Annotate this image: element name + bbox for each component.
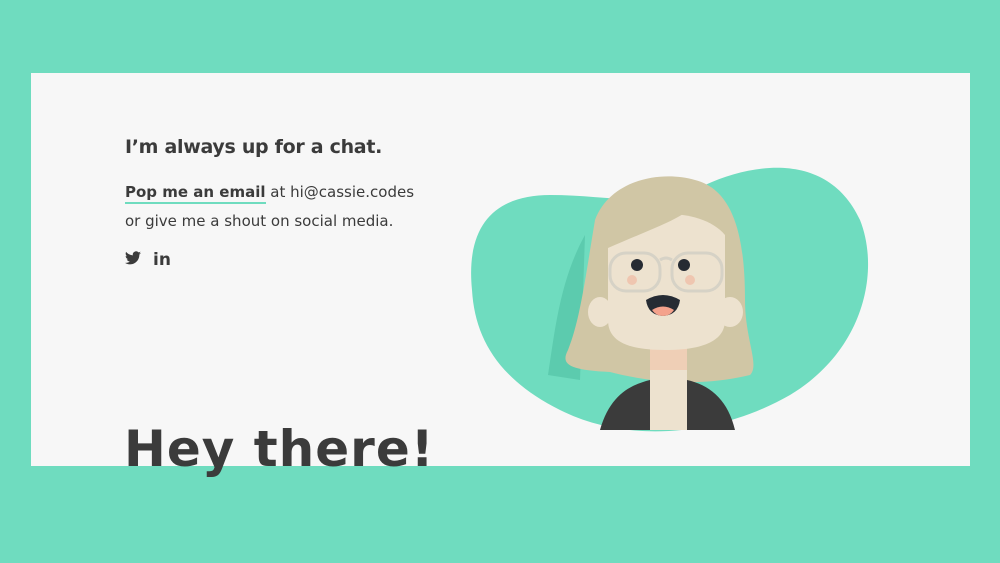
eye-left — [631, 259, 643, 271]
cheek-left — [627, 275, 637, 285]
twitter-icon[interactable] — [125, 250, 141, 270]
email-link[interactable]: Pop me an email — [125, 183, 266, 204]
eye-right — [678, 259, 690, 271]
social-links: in — [125, 250, 171, 270]
hero-title: Hey there! — [124, 420, 435, 478]
email-line: Pop me an email at hi@cassie.codes — [125, 183, 415, 204]
cheek-right — [685, 275, 695, 285]
email-address: at hi@cassie.codes — [265, 183, 415, 201]
avatar-illustration — [471, 167, 869, 432]
social-line: or give me a shout on social media. — [125, 212, 394, 230]
contact-heading: I’m always up for a chat. — [125, 136, 383, 158]
linkedin-icon[interactable]: in — [153, 250, 171, 270]
